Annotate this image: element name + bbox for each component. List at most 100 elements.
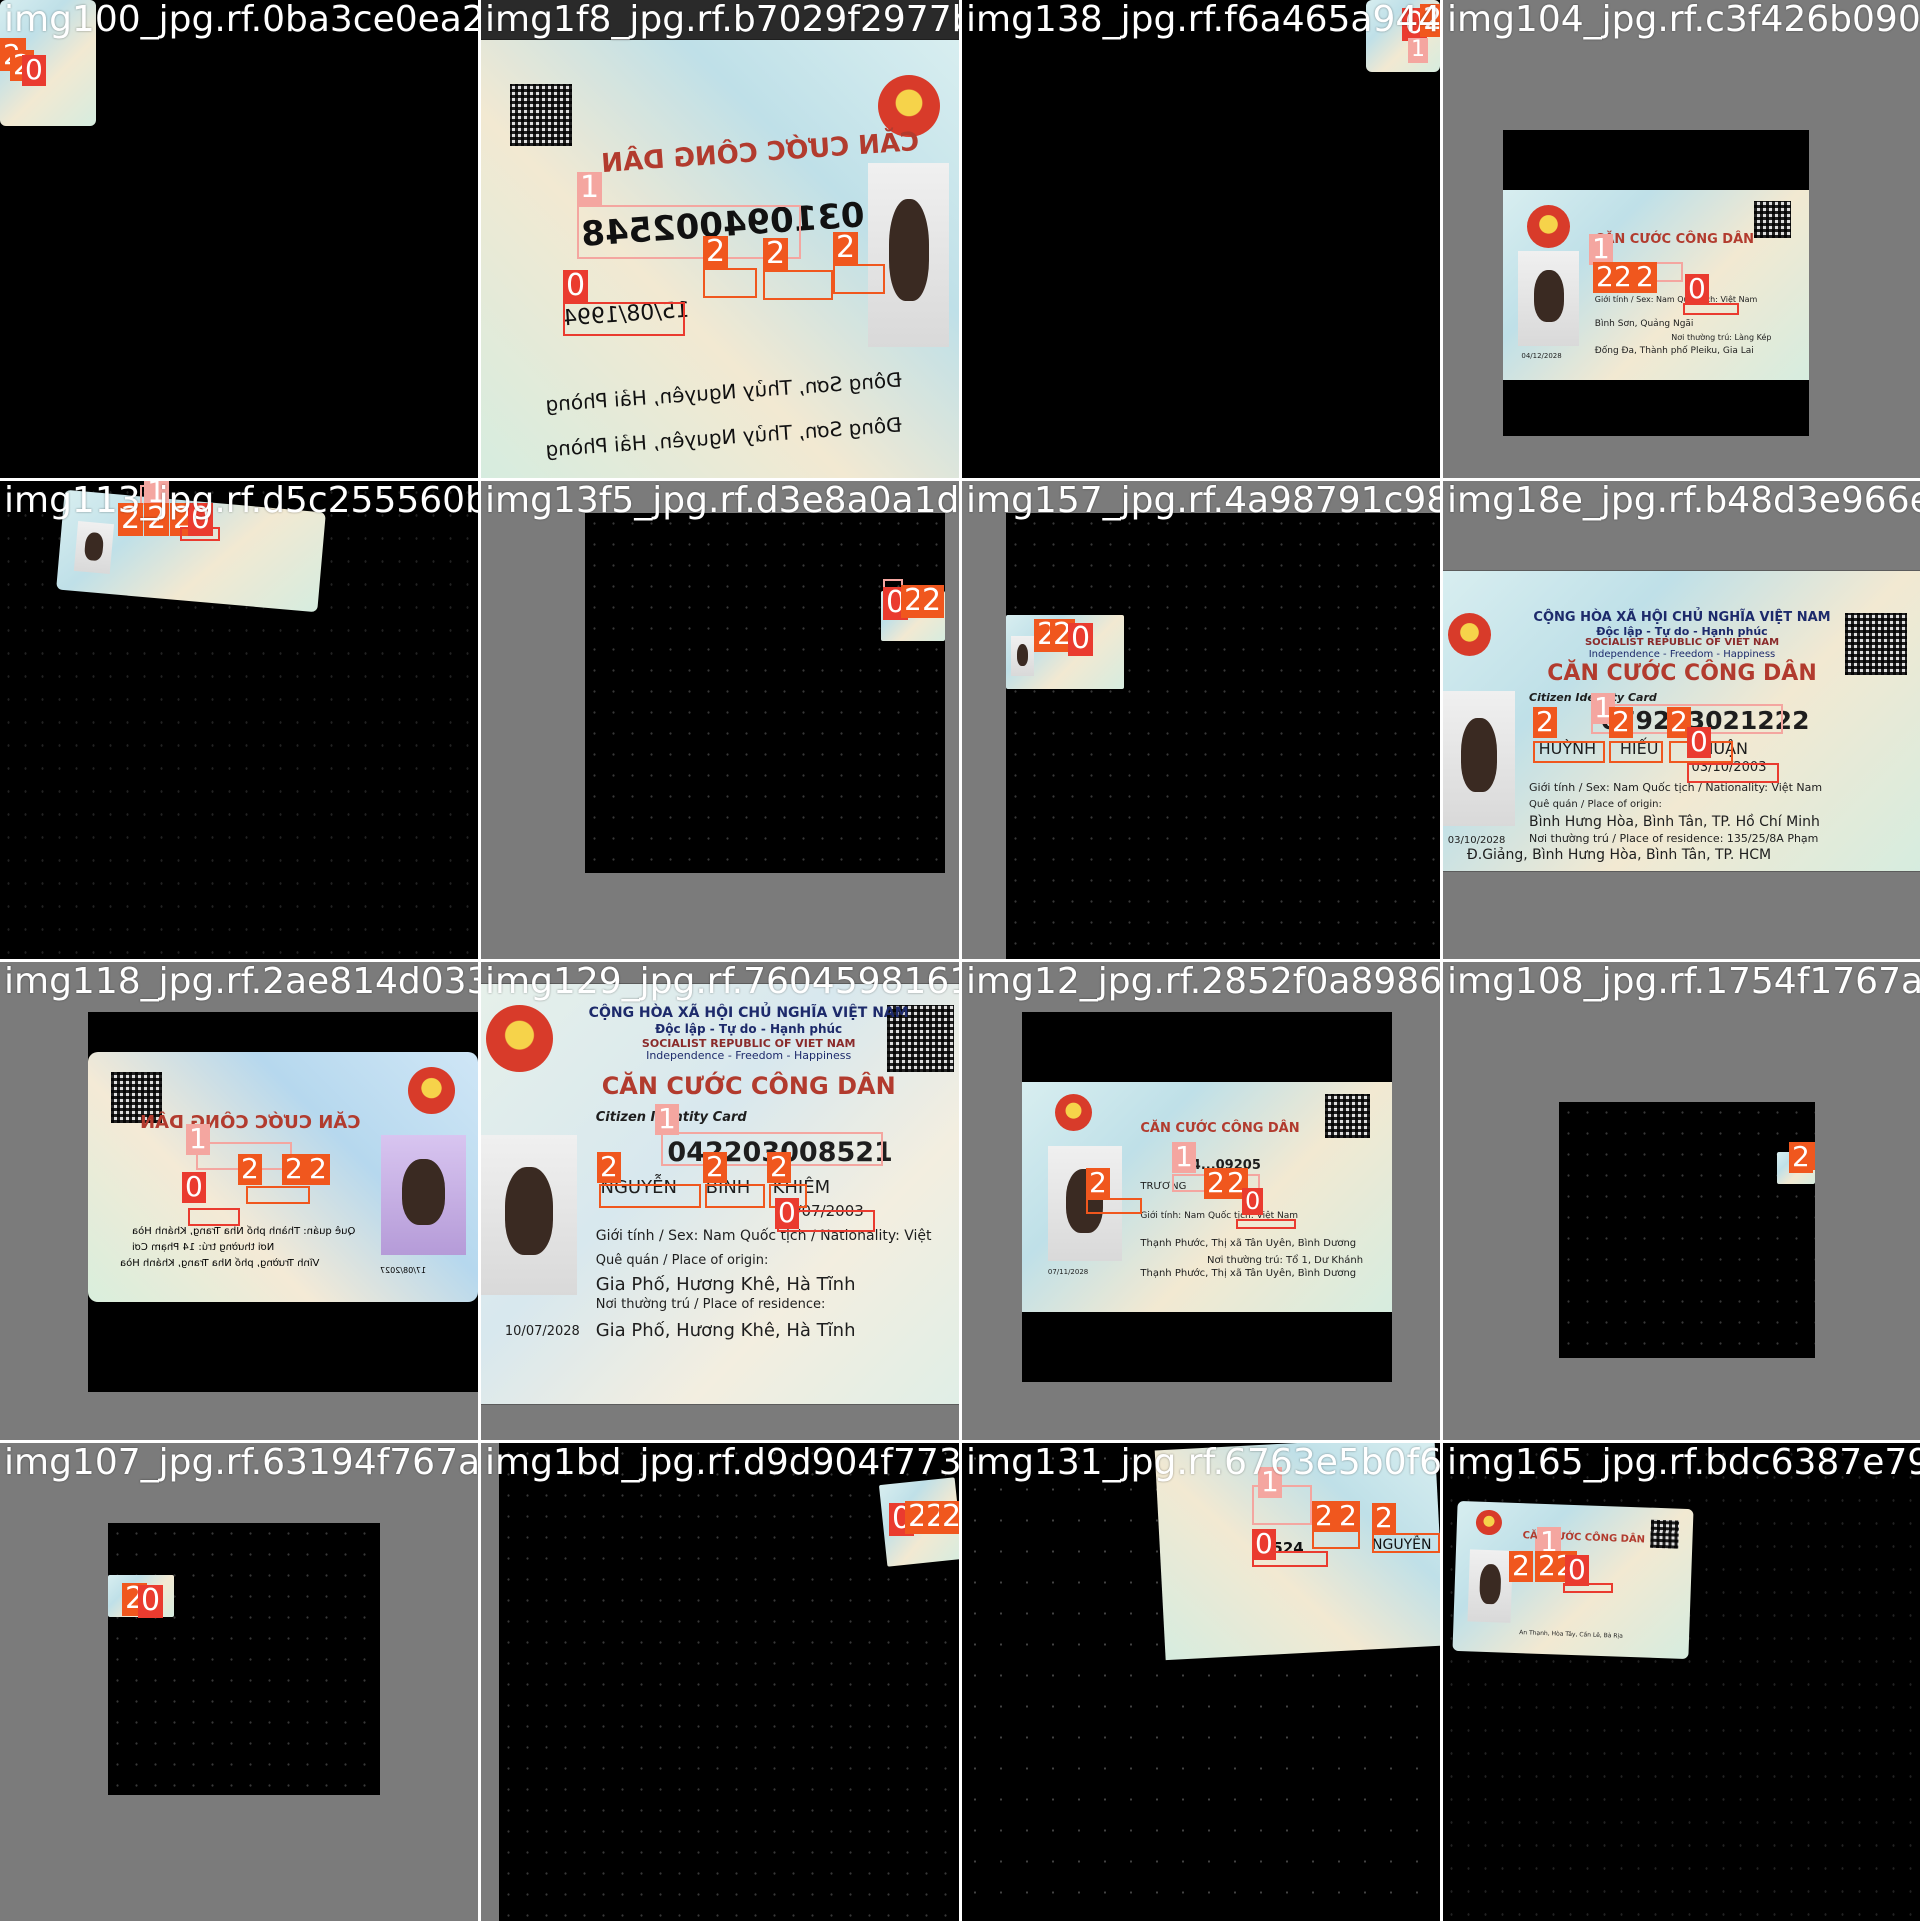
tile-title: img107_jpg.rf.63194f767a497b610e91d9d904… (4, 1443, 478, 1483)
emblem-icon (1527, 205, 1571, 249)
tile-title: img18e_jpg.rf.b48d3e966e118 (1447, 481, 1920, 521)
card-line: Quê quán: Thành phố Nha Trang, Khánh Hòa (132, 1226, 356, 1237)
tile-14: 1524 NGUYỄN 1 0 2 2 2 img131_jpg.rf.6763… (962, 1443, 1440, 1921)
portrait-photo (481, 1135, 577, 1295)
emblem-icon (407, 1067, 455, 1114)
bbox-label: 1 (1408, 38, 1428, 63)
mosaic-grid: 2 2 0 img100_jpg.rf.0ba3ce0ea27fccfd7f8b… (0, 0, 1920, 1921)
bbox-label: 2 (282, 1154, 306, 1185)
bbox-label: 2 (703, 236, 729, 269)
expiry: 04/12/2028 (1521, 351, 1562, 360)
card-title: CĂN CƯỚC CÔNG DÂN (1547, 661, 1817, 686)
portrait-photo (380, 1134, 467, 1255)
bbox (833, 264, 885, 294)
bbox-label: 2 (1509, 1551, 1533, 1582)
tile-title: img129_jpg.rf.7604598161474b32952852f0a8… (485, 962, 959, 1002)
tile-title: img1f8_jpg.rf.b7029f2977b23e14803f5f6f76… (485, 0, 959, 40)
tile-6: 2 2 0 img157_jpg.rf.4a98791c986af3bd18e9… (962, 481, 1440, 959)
card-line: Nơi thường trú / Place of residence: 135… (1529, 832, 1819, 845)
tile-8: CĂN CƯỚC CÔNG DÂN Quê quán: Thành phố Nh… (0, 962, 478, 1440)
card-line: Gia Phố, Hương Khê, Hà Tĩnh (595, 1320, 856, 1341)
header-line: CỘNG HÒA XÃ HỘI CHỦ NGHĨA VIỆT NAM (1533, 610, 1831, 625)
tile-12: 2 0 img107_jpg.rf.63194f767a497b610e91d9… (0, 1443, 478, 1921)
tile-0: 2 2 0 img100_jpg.rf.0ba3ce0ea27fccfd7f8b… (0, 0, 478, 478)
card-title: CĂN CƯỚC CÔNG DÂN (1594, 231, 1755, 247)
bbox-label: 0 (775, 1198, 799, 1229)
tile-10: CĂN CƯỚC CÔNG DÂN 074...09205 TRƯƠNG Giớ… (962, 962, 1440, 1440)
bbox (1312, 1529, 1360, 1549)
bbox-label: 2 (1336, 1501, 1360, 1532)
tile-7: CỘNG HÒA XÃ HỘI CHỦ NGHĨA VIỆT NAM Độc l… (1443, 481, 1920, 959)
bbox-label: 2 (597, 1152, 621, 1183)
tile-15: CĂN CƯỚC CÔNG DÂN An Thạnh, Hòa Tây, Cần… (1443, 1443, 1920, 1921)
header-line: SOCIALIST REPUBLIC OF VIET NAM (641, 1036, 856, 1050)
tile-4: 1 2 2 2 0 img113_jpg.rf.d5c255560b03 (0, 481, 478, 959)
bbox-label: 2 (238, 1154, 262, 1185)
bbox-label: 0 (182, 1172, 206, 1203)
bbox-label: 0 (1242, 1188, 1264, 1215)
tile-3: CĂN CƯỚC CÔNG DÂN Giới tính / Sex: Nam Q… (1443, 0, 1920, 478)
portrait-photo (868, 162, 950, 347)
bbox-label: 2 (1533, 707, 1557, 738)
bbox (1533, 741, 1605, 763)
tile-title: img157_jpg.rf.4a98791c986af3bd18e92a6b48… (966, 481, 1440, 521)
image-frame (585, 513, 945, 873)
tile-title: img113_jpg.rf.d5c255560b03 (4, 481, 478, 521)
bbox-label: 0 (1252, 1529, 1276, 1560)
bbox (188, 1208, 240, 1226)
tile-title: img104_jpg.rf.c3f426b090b8fda (1447, 0, 1920, 40)
expiry: 17/08/2027 (380, 1266, 427, 1275)
card-line: Gia Phố, Hương Khê, Hà Tĩnh (595, 1273, 856, 1295)
bbox-label: 2 (833, 232, 859, 265)
noise-texture (585, 513, 945, 873)
bbox-label: 0 (1068, 623, 1094, 656)
bbox (763, 270, 833, 300)
bbox-label: 2 (1789, 1142, 1813, 1173)
noise-texture (1006, 513, 1440, 959)
emblem-icon (1055, 1093, 1093, 1131)
bbox-label: 2 (1611, 262, 1635, 293)
card-line: Bình Hưng Hòa, Bình Tân, TP. Hồ Chí Minh (1529, 814, 1820, 830)
card-line: Thạnh Phước, Thị xã Tân Uyên, Bình Dương (1140, 1268, 1357, 1280)
card-line: Đ.Giảng, Bình Hưng Hòa, Bình Tân, TP. HC… (1466, 847, 1772, 863)
tile-title: img118_jpg.rf.2ae814d033b08e291be69f0f76… (4, 962, 478, 1002)
card-line: Nơi thường trú: 14 Phạm Cơi (132, 1242, 275, 1253)
image-frame (108, 1523, 380, 1795)
noise-texture (1559, 1102, 1815, 1358)
bbox-label: 2 (939, 1501, 959, 1534)
bbox (1609, 741, 1663, 763)
expiry: 03/10/2028 (1447, 835, 1506, 846)
bbox-label: 2 (306, 1154, 330, 1185)
bbox-label: 2 (767, 1152, 791, 1183)
bbox-label: 2 (763, 238, 789, 271)
tile-title: img12_jpg.rf.2852f0a8986aa517c4ae8109 (966, 962, 1440, 1002)
portrait-photo (1518, 250, 1580, 346)
card-line: Nơi thường trú: Làng Kép (1671, 332, 1772, 342)
tile-title: img1bd_jpg.rf.d9d904f773d5e90ce5763 (485, 1443, 959, 1483)
card-line: Vĩnh Trường, phố Nha Trang, Khánh Hòa (120, 1258, 320, 1269)
header-line: Độc lập - Tự do - Hạnh phúc (655, 1021, 843, 1036)
header-line: Independence - Freedom - Happiness (646, 1049, 852, 1063)
bbox-label: 2 (1086, 1168, 1110, 1199)
portrait-photo (1467, 1549, 1513, 1623)
card-title: CĂN CƯỚC CÔNG DÂN (140, 1112, 361, 1133)
bbox (1086, 1198, 1142, 1214)
bbox-label: 1 (577, 172, 603, 205)
bbox-label: 2 (1633, 262, 1657, 293)
bbox (703, 268, 757, 298)
bbox-label: 0 (1687, 727, 1711, 758)
bbox-label: 2 (703, 1152, 727, 1183)
tile-title: img131_jpg.rf.6763e5b0f6a47cb659bdc6387e… (966, 1443, 1440, 1483)
card-line: Nơi thường trú: Tổ 1, Dư Khánh (1207, 1254, 1364, 1266)
expiry: 07/11/2028 (1047, 1268, 1089, 1277)
card-line: An Thạnh, Hòa Tây, Cần Lê, Bà Rịa (1519, 1629, 1623, 1640)
bbox (599, 1184, 701, 1208)
card-line: Giới tính / Sex: Nam Quốc tịch / Nationa… (595, 1227, 932, 1244)
bbox-label: 2 (919, 585, 945, 618)
card-title: CĂN CƯỚC CÔNG DÂN (1140, 1121, 1300, 1137)
header-line: CỘNG HÒA XÃ HỘI CHỦ NGHĨA VIỆT NAM (588, 1005, 909, 1021)
bbox (1687, 763, 1779, 783)
tile-title: img138_jpg.rf.f6a465a9440 (966, 0, 1440, 40)
bbox-label: 2 (1312, 1501, 1336, 1532)
image-frame (1559, 1102, 1815, 1358)
